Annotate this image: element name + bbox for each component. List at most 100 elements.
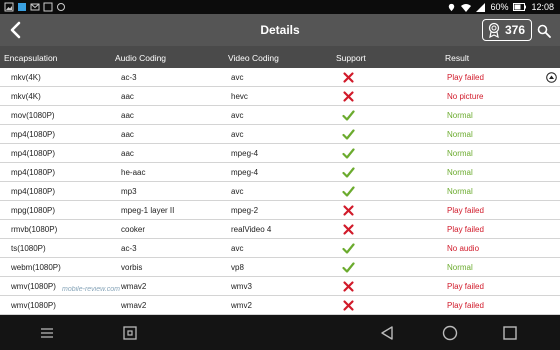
score-badge[interactable]: 376 [482,19,532,41]
column-header-video: Video Coding [228,53,279,63]
medal-icon [488,22,500,38]
result-cell: Play failed [447,301,484,310]
encapsulation-cell: rmvb(1080P) [11,225,58,234]
image-notification-icon [4,2,14,12]
cloud-notification-icon [57,3,65,11]
video-cell: avc [231,111,244,120]
result-cell: Play failed [447,282,484,291]
table-row: wmv(1080P) wmav2 wmv2 Play failed [0,296,560,315]
result-cell: No audio [447,244,480,253]
video-cell: mpeg-4 [231,168,259,177]
audio-cell: aac [121,130,134,139]
recent-apps-icon[interactable] [501,324,519,342]
screenshot-icon[interactable] [121,324,139,342]
navigation-bar [0,315,560,350]
encapsulation-cell: mp4(1080P) [11,187,56,196]
video-cell: hevc [231,92,248,101]
audio-cell: vorbis [121,263,143,272]
table-row: webm(1080P) vorbis vp8 Normal [0,258,560,277]
encapsulation-cell: mkv(4K) [11,92,41,101]
table-row: mp4(1080P) mp3 avc Normal [0,182,560,201]
result-cell: Play failed [447,206,484,215]
table-row: mpg(1080P) mpeg-1 layer II mpeg-2 Play fail… [0,201,560,220]
video-cell: avc [231,130,244,139]
check-icon [342,129,355,140]
search-icon[interactable] [537,24,551,38]
app-bar: Details 376 [0,14,560,46]
result-cell: Normal [447,130,473,139]
table-row: mp4(1080P) aac avc Normal [0,125,560,144]
table-row: mp4(1080P) aac mpeg-4 Normal [0,144,560,163]
battery-icon [513,3,527,11]
check-icon [342,186,355,197]
column-header-result: Result [445,53,470,63]
result-cell: Normal [447,168,473,177]
table-row: mkv(4K) aac hevc No picture [0,87,560,106]
cross-icon [343,300,354,311]
table-row: mp4(1080P) he-aac mpeg-4 Normal [0,163,560,182]
encapsulation-cell: mpg(1080P) [11,206,56,215]
app-notification-icon [18,3,26,11]
video-cell: mpeg-2 [231,206,259,215]
signal-icon [476,2,486,12]
clock: 12:08 [531,2,554,12]
table-row: mkv(4K) ac-3 avc Play failed [0,68,560,87]
audio-cell: mp3 [121,187,137,196]
audio-cell: cooker [121,225,146,234]
column-header-encapsulation: Encapsulation [4,53,58,63]
result-cell: Play failed [447,225,484,234]
encapsulation-cell: mp4(1080P) [11,149,56,158]
cross-icon [343,224,354,235]
cross-icon [343,91,354,102]
table-header: Encapsulation Audio Coding Video Coding … [0,46,560,68]
table-row: mov(1080P) aac avc Normal [0,106,560,125]
column-header-support: Support [336,53,366,63]
audio-cell: ac-3 [121,73,137,82]
encapsulation-cell: wmv(1080P) [11,282,56,291]
menu-icon[interactable] [38,324,56,342]
check-icon [342,110,355,121]
video-cell: avc [231,244,244,253]
table-row: rmvb(1080P) cooker realVideo 4 Play failed [0,220,560,239]
result-cell: Normal [447,263,473,272]
video-cell: avc [231,187,244,196]
audio-cell: ac-3 [121,244,137,253]
check-icon [342,243,355,254]
status-bar: 60% 12:08 [0,0,560,14]
window-notification-icon [43,2,53,12]
result-cell: No picture [447,92,484,101]
result-cell: Normal [447,187,473,196]
encapsulation-cell: wmv(1080P) [11,301,56,310]
video-cell: avc [231,73,244,82]
results-table: mkv(4K) ac-3 avc Play failed mkv(4K) aac hevc N… [0,68,560,315]
table-row: ts(1080P) ac-3 avc No audio [0,239,560,258]
video-cell: wmv2 [231,301,252,310]
location-icon [449,3,455,11]
encapsulation-cell: mov(1080P) [11,111,55,120]
video-cell: vp8 [231,263,244,272]
cross-icon [343,72,354,83]
audio-cell: wmav2 [121,301,147,310]
column-header-audio: Audio Coding [115,53,167,63]
audio-cell: aac [121,111,134,120]
audio-cell: he-aac [121,168,146,177]
battery-percent: 60% [490,2,509,12]
page-title: Details [260,23,300,37]
scroll-top-icon[interactable] [546,72,557,83]
cross-icon [343,281,354,292]
audio-cell: wmav2 [121,282,147,291]
video-cell: realVideo 4 [231,225,272,234]
home-icon[interactable] [441,324,459,342]
encapsulation-cell: mkv(4K) [11,73,41,82]
audio-cell: aac [121,149,134,158]
encapsulation-cell: mp4(1080P) [11,130,56,139]
back-nav-icon[interactable] [378,324,396,342]
result-cell: Normal [447,111,473,120]
cross-icon [343,205,354,216]
check-icon [342,148,355,159]
encapsulation-cell: mp4(1080P) [11,168,56,177]
result-cell: Play failed [447,73,484,82]
wifi-icon [461,3,472,12]
video-cell: wmv3 [231,282,252,291]
watermark: mobile-review.com [62,286,120,293]
